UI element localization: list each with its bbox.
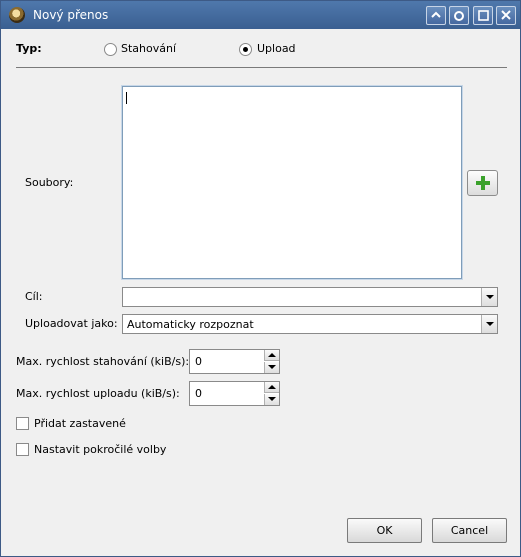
radio-upload-label[interactable]: Upload	[257, 42, 296, 55]
add-paused-label[interactable]: Přidat zastavené	[34, 417, 126, 430]
chevron-down-icon[interactable]	[481, 315, 497, 333]
spin-up-icon[interactable]	[264, 350, 279, 361]
files-textarea[interactable]	[121, 85, 463, 280]
download-speed-spinbox[interactable]: 0	[189, 349, 280, 374]
plus-icon	[475, 176, 490, 190]
close-icon	[501, 10, 511, 20]
spin-up-icon[interactable]	[264, 382, 279, 393]
spin-down-icon[interactable]	[264, 394, 279, 405]
type-label: Typ:	[16, 42, 42, 55]
advanced-options-checkbox[interactable]	[16, 443, 29, 456]
upload-speed-spinbox[interactable]: 0	[189, 381, 280, 406]
spin-down-icon[interactable]	[264, 362, 279, 373]
pin-icon	[454, 11, 464, 21]
chevron-down-icon[interactable]	[481, 288, 497, 306]
add-file-button[interactable]	[467, 170, 498, 196]
target-label: Cíl:	[25, 290, 43, 303]
upload-as-value: Automaticky rozpoznat	[127, 318, 254, 331]
radio-download-label[interactable]: Stahování	[121, 42, 176, 55]
download-speed-label: Max. rychlost stahování (kiB/s):	[16, 355, 190, 368]
maximize-button[interactable]	[473, 6, 493, 25]
ok-button[interactable]: OK	[347, 518, 422, 543]
add-paused-checkbox[interactable]	[16, 417, 29, 430]
target-combobox[interactable]	[122, 287, 498, 307]
upload-as-combobox[interactable]: Automaticky rozpoznat	[122, 314, 498, 334]
dialog-window: Nový přenos Typ: Stahování Upload Soubor…	[0, 0, 521, 557]
cancel-button[interactable]: Cancel	[432, 518, 507, 543]
download-speed-value: 0	[195, 355, 202, 368]
text-caret	[126, 92, 127, 104]
radio-upload[interactable]	[239, 43, 252, 56]
files-label: Soubory:	[25, 176, 74, 189]
pin-button[interactable]	[449, 6, 469, 25]
maximize-icon	[477, 10, 489, 21]
help-button[interactable]	[426, 6, 446, 25]
advanced-options-label[interactable]: Nastavit pokročilé volby	[34, 443, 166, 456]
upload-as-label: Uploadovat jako:	[25, 317, 118, 330]
radio-download[interactable]	[104, 43, 117, 56]
title-bar[interactable]: Nový přenos	[1, 1, 520, 29]
upload-speed-label: Max. rychlost uploadu (kiB/s):	[16, 387, 180, 400]
window-title: Nový přenos	[33, 8, 109, 22]
separator	[16, 67, 507, 68]
upload-speed-value: 0	[195, 387, 202, 400]
close-button[interactable]	[496, 6, 516, 25]
app-icon	[9, 7, 25, 23]
caret-up-icon	[431, 11, 441, 18]
